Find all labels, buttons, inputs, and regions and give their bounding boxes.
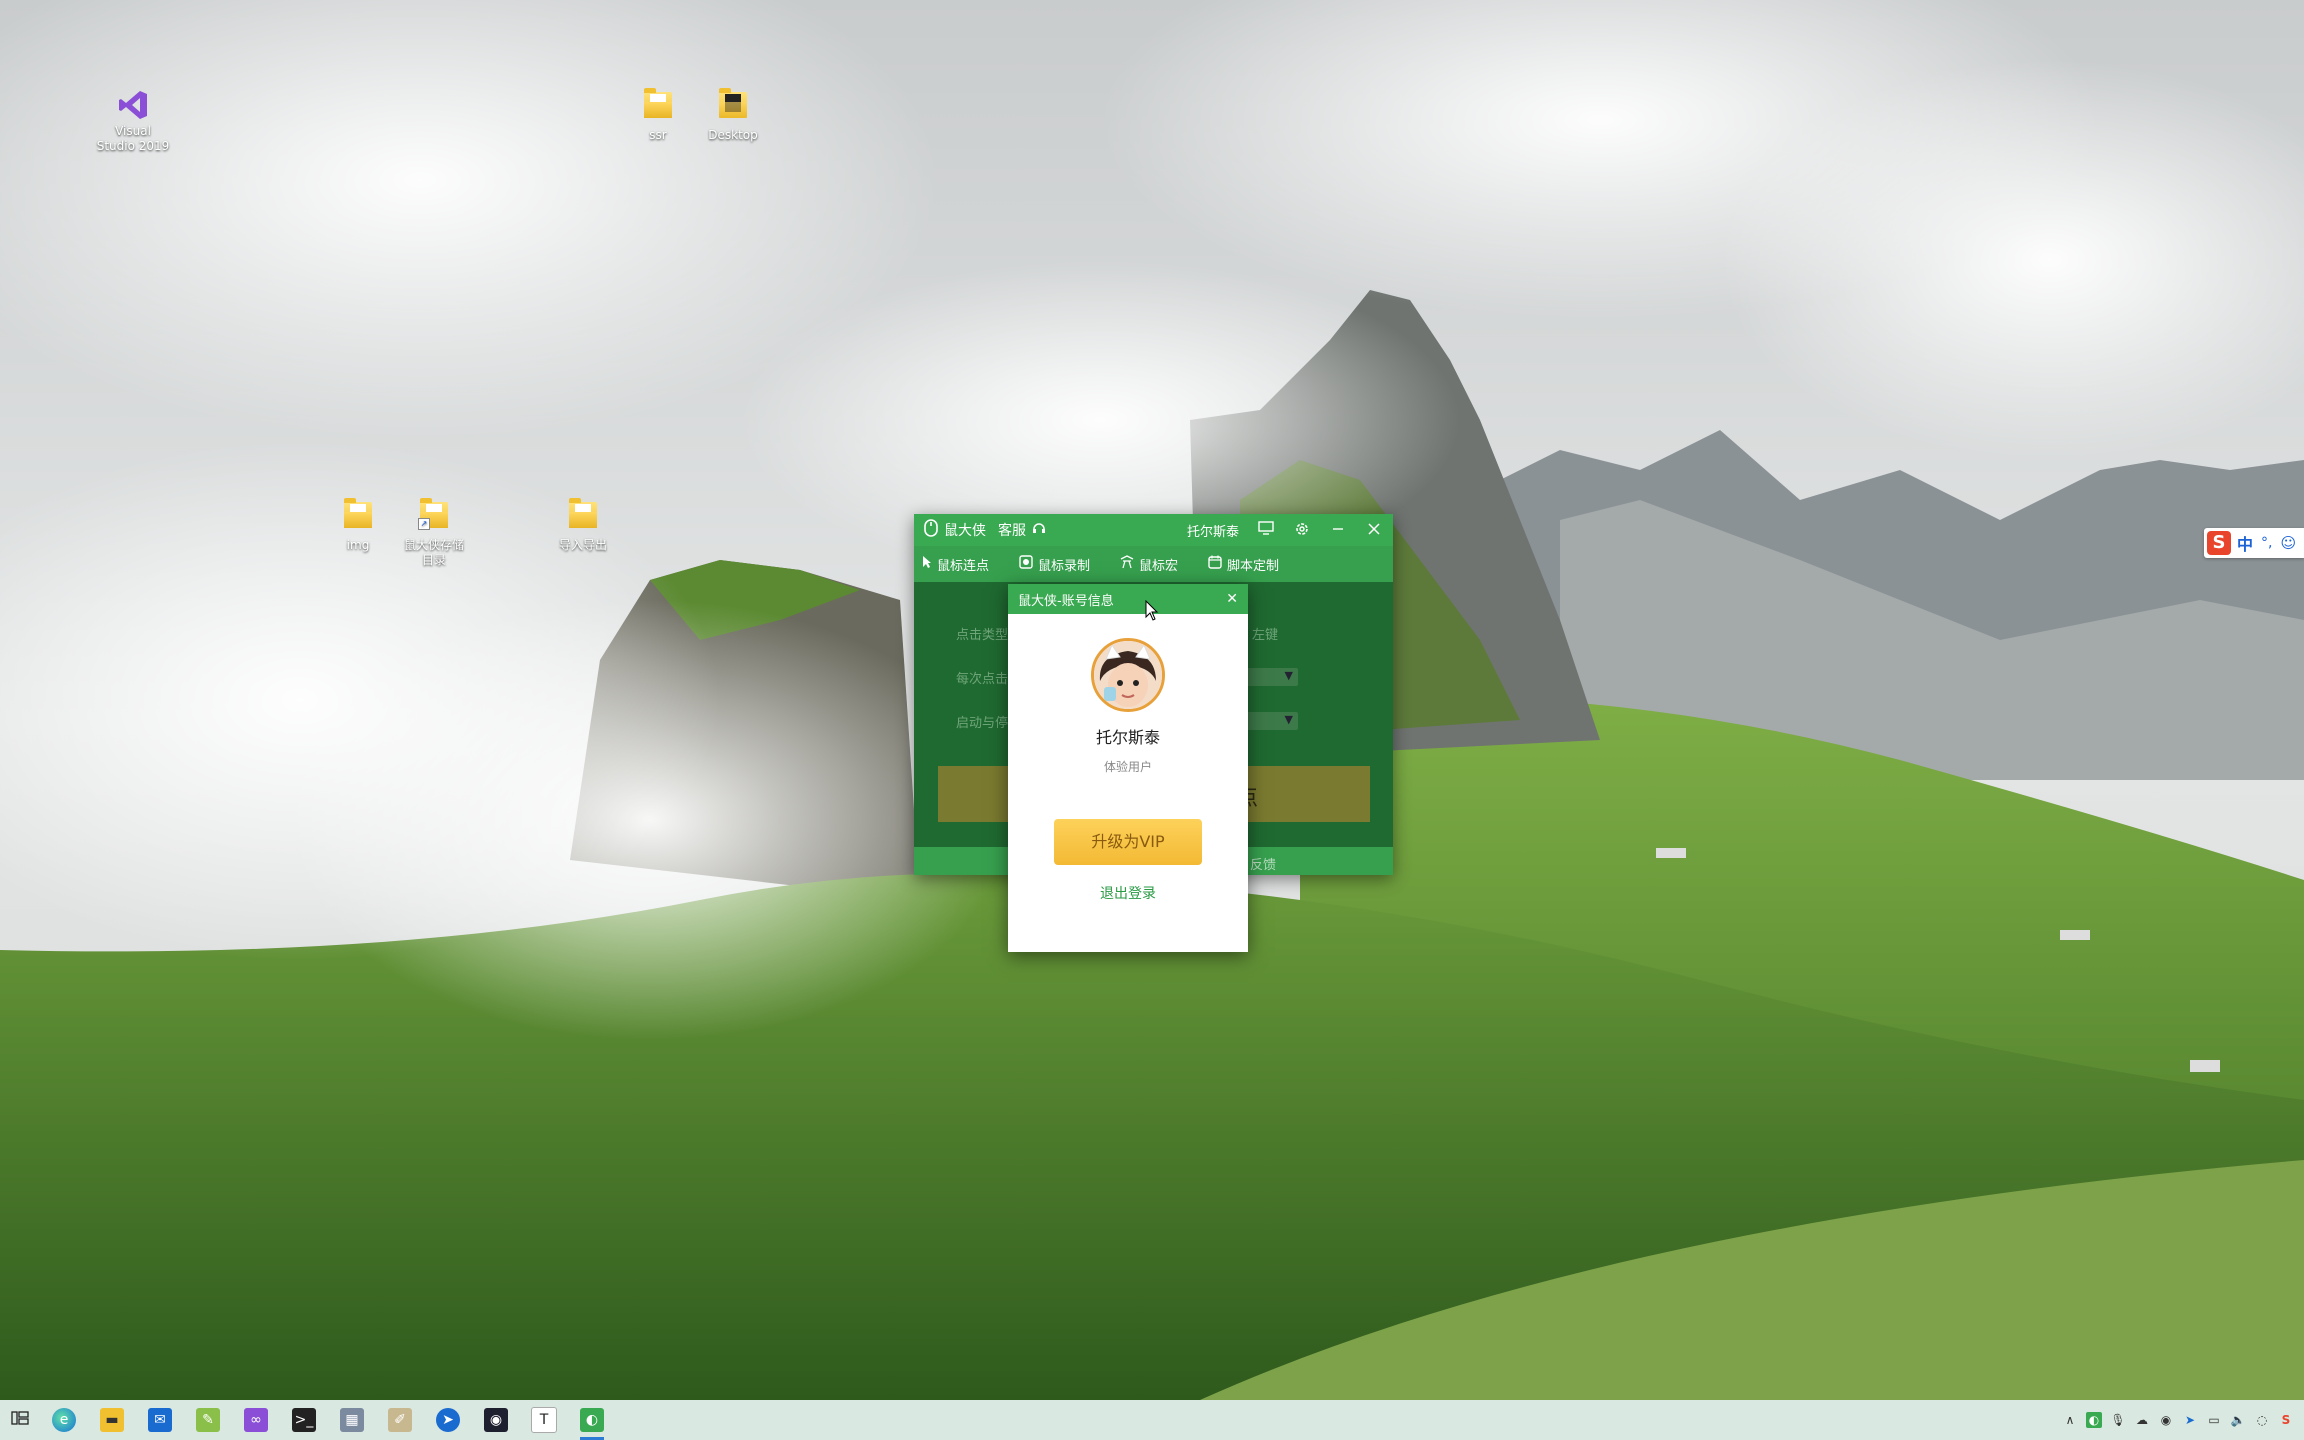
settings-gear-icon[interactable] xyxy=(1293,521,1311,539)
shudaxia-icon: ◐ xyxy=(580,1408,604,1432)
volume-icon[interactable]: 🔈 xyxy=(2230,1412,2246,1428)
microphone-icon[interactable]: 🎙 xyxy=(2110,1412,2126,1428)
mouse-pointer-icon xyxy=(1145,600,1159,621)
click-type-label: 点击类型 xyxy=(956,628,1009,643)
system-tray: ∧ ◐ 🎙 ☁ ◉ ➤ ▭ 🔈 ◌ S xyxy=(2062,1400,2304,1440)
tab-script-custom[interactable]: 脚本定制 xyxy=(1208,555,1279,574)
interval-select[interactable] xyxy=(1242,668,1298,686)
desktop-icon-label: Desktop xyxy=(708,128,758,142)
tab-label: 脚本定制 xyxy=(1227,558,1280,574)
tab-mouse-click[interactable]: 鼠标连点 xyxy=(922,555,989,574)
sogou-logo-icon: S xyxy=(2207,531,2231,555)
app-titlebar[interactable]: 鼠大侠 客服 托尔斯泰 xyxy=(914,514,1393,546)
tab-mouse-macro[interactable]: 鼠标宏 xyxy=(1120,555,1178,574)
ime-tray-icon[interactable]: S xyxy=(2278,1412,2294,1428)
cloud-icon[interactable]: ☁ xyxy=(2134,1412,2150,1428)
taskbar-paint[interactable]: ✐ xyxy=(376,1400,424,1440)
record-icon xyxy=(1019,555,1033,573)
customer-service-link[interactable]: 客服 xyxy=(998,520,1026,540)
taskbar-visual-studio[interactable]: ∞ xyxy=(232,1400,280,1440)
start-stop-label: 启动与停 xyxy=(956,716,1009,731)
ime-mode[interactable]: 中 xyxy=(2237,531,2253,555)
avatar xyxy=(1091,638,1165,712)
visual-studio-icon: ∞ xyxy=(244,1408,268,1432)
close-icon[interactable] xyxy=(1365,521,1383,539)
desktop-icon-label: Visual Studio 2019 xyxy=(96,124,170,153)
taskbar-terminal[interactable]: >_ xyxy=(280,1400,328,1440)
task-view-button[interactable] xyxy=(0,1400,40,1440)
taskbar-file-explorer[interactable]: ▬ xyxy=(88,1400,136,1440)
dialog-title: 鼠大侠-账号信息 xyxy=(1018,593,1114,609)
taskbar-obs[interactable]: ◉ xyxy=(472,1400,520,1440)
desktop-icon-import-export[interactable]: 导入导出 xyxy=(533,498,633,553)
folder-icon xyxy=(566,498,600,536)
headset-icon[interactable] xyxy=(1032,521,1046,539)
dialog-titlebar[interactable]: 鼠大侠-账号信息 ✕ xyxy=(1008,584,1248,614)
desktop-icon-desktop-folder[interactable]: Desktop xyxy=(683,88,783,143)
ime-punctuation[interactable]: °, xyxy=(2261,535,2272,551)
wifi-icon[interactable]: ◌ xyxy=(2254,1412,2270,1428)
desktop-icon-visual-studio[interactable]: Visual Studio 2019 xyxy=(83,88,183,154)
hotkey-select[interactable] xyxy=(1242,712,1298,730)
account-username: 托尔斯泰 xyxy=(1095,728,1160,747)
upgrade-vip-button[interactable]: 升级为VIP xyxy=(1054,819,1202,865)
macro-icon xyxy=(1120,555,1134,573)
click-type-value: 左键 xyxy=(1252,628,1279,643)
network-icon[interactable]: ▭ xyxy=(2206,1412,2222,1428)
feather-icon: ➤ xyxy=(436,1408,460,1432)
editor-icon: ✎ xyxy=(196,1408,220,1432)
titlebar-username[interactable]: 托尔斯泰 xyxy=(1187,521,1239,540)
desktop-icon-storage-dir[interactable]: ↗ 鼠大侠存储 目录 xyxy=(384,498,484,568)
folder-icon xyxy=(641,88,675,126)
taskbar-feather-app[interactable]: ➤ xyxy=(424,1400,472,1440)
mail-icon: ✉ xyxy=(148,1408,172,1432)
ime-emoji-icon[interactable]: ☺ xyxy=(2280,534,2296,552)
account-user-type: 体验用户 xyxy=(1103,760,1152,774)
script-icon xyxy=(1208,555,1222,573)
mouse-logo-icon xyxy=(924,519,938,541)
tab-label: 鼠标录制 xyxy=(1038,558,1091,574)
folder-icon xyxy=(341,498,375,536)
cursor-icon xyxy=(922,555,932,573)
logout-link[interactable]: 退出登录 xyxy=(1008,883,1248,903)
taskbar-shudaxia[interactable]: ◐ xyxy=(568,1400,616,1440)
feather-tray-icon[interactable]: ➤ xyxy=(2182,1412,2198,1428)
taskbar-typora[interactable]: T xyxy=(520,1400,568,1440)
paint-icon: ✐ xyxy=(388,1408,412,1432)
terminal-icon: >_ xyxy=(292,1408,316,1432)
tray-app-icon[interactable]: ◐ xyxy=(2086,1412,2102,1428)
app-title: 鼠大侠 xyxy=(944,523,986,539)
app-tab-bar: 鼠标连点 鼠标录制 鼠标宏 脚本定制 xyxy=(914,546,1393,582)
account-info-dialog: 鼠大侠-账号信息 ✕ 托尔斯泰 体验用户 升级为VIP 退出登录 xyxy=(1008,584,1248,952)
task-view-icon xyxy=(11,1410,29,1430)
feedback-link[interactable]: 反馈 xyxy=(1250,854,1276,873)
visual-studio-icon xyxy=(116,88,150,122)
taskbar-editor[interactable]: ✎ xyxy=(184,1400,232,1440)
file-explorer-icon: ▬ xyxy=(100,1408,124,1432)
tab-mouse-record[interactable]: 鼠标录制 xyxy=(1019,555,1090,574)
folder-icon xyxy=(716,88,750,126)
taskbar: e ▬ ✉ ✎ ∞ >_ ▦ ✐ ➤ ◉ T ◐ ∧ ◐ 🎙 ☁ ◉ ➤ ▭ 🔈… xyxy=(0,1400,2304,1440)
tray-expand-icon[interactable]: ∧ xyxy=(2062,1412,2078,1428)
interval-label: 每次点击 xyxy=(956,672,1009,687)
desktop-icon-label: 导入导出 xyxy=(558,538,607,552)
camera-icon: ◉ xyxy=(484,1408,508,1432)
edge-icon: e xyxy=(52,1408,76,1432)
desktop-icon-label: 鼠大侠存储 目录 xyxy=(403,538,464,567)
photos-icon: ▦ xyxy=(340,1408,364,1432)
folder-shortcut-icon: ↗ xyxy=(417,498,451,536)
tab-label: 鼠标宏 xyxy=(1139,558,1179,574)
taskbar-edge[interactable]: e xyxy=(40,1400,88,1440)
taskbar-photos[interactable]: ▦ xyxy=(328,1400,376,1440)
ime-toolbar[interactable]: S 中 °, ☺ xyxy=(2204,528,2304,558)
text-editor-icon: T xyxy=(531,1407,557,1433)
dialog-close-icon[interactable]: ✕ xyxy=(1226,591,1238,607)
tab-label: 鼠标连点 xyxy=(937,558,990,574)
obs-tray-icon[interactable]: ◉ xyxy=(2158,1412,2174,1428)
minimize-icon[interactable] xyxy=(1329,521,1347,539)
screen-icon[interactable] xyxy=(1257,521,1275,539)
taskbar-mail[interactable]: ✉ xyxy=(136,1400,184,1440)
